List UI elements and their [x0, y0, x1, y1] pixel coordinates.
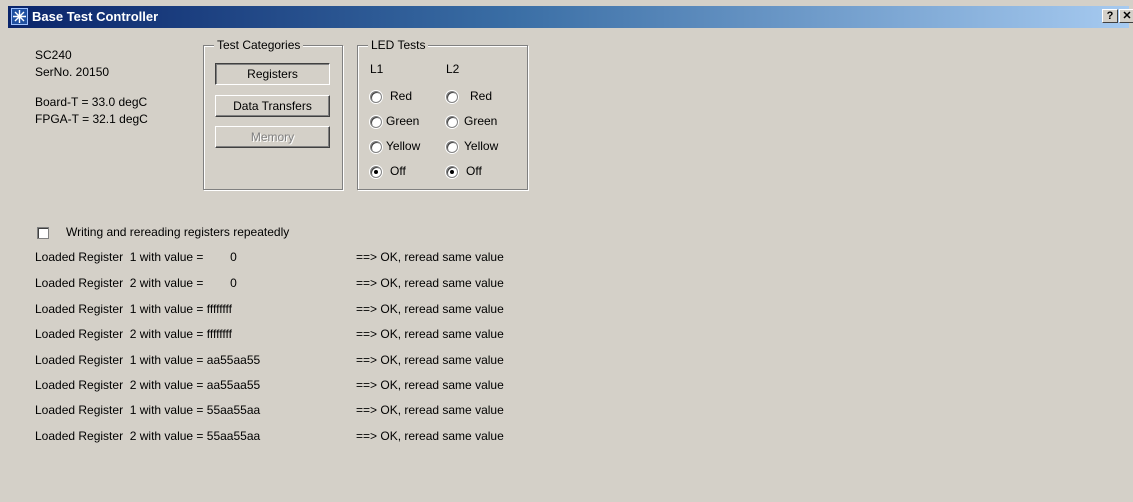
log-line-left: Loaded Register 1 with value = 0: [35, 250, 237, 264]
l2-red-radio[interactable]: [446, 91, 458, 103]
l1-green-label: Green: [386, 114, 420, 128]
l2-red-label: Red: [470, 89, 493, 103]
led-tests-group: LED Tests L1 L2 Red Green Yellow Off Red…: [357, 38, 528, 190]
log-line-right: ==> OK, reread same value: [356, 429, 504, 443]
memory-button[interactable]: Memory: [215, 126, 330, 148]
log-line-right: ==> OK, reread same value: [356, 403, 504, 417]
repeat-label: Writing and rereading registers repeated…: [66, 225, 290, 239]
l2-off-radio[interactable]: [446, 166, 458, 178]
board-temperature: Board-T = 33.0 degC: [35, 95, 148, 109]
led-tests-legend: LED Tests: [368, 38, 429, 52]
log-line-right: ==> OK, reread same value: [356, 353, 504, 367]
title-bar[interactable]: Base Test Controller ? ✕: [8, 6, 1133, 28]
l1-off-label: Off: [390, 164, 406, 178]
log-line-right: ==> OK, reread same value: [356, 327, 504, 341]
l1-red-radio[interactable]: [370, 91, 382, 103]
l2-off-label: Off: [466, 164, 482, 178]
log-line-left: Loaded Register 2 with value = aa55aa55: [35, 378, 261, 392]
l1-green-radio[interactable]: [370, 116, 382, 128]
registers-button[interactable]: Registers: [215, 63, 330, 85]
log-line-left: Loaded Register 1 with value = aa55aa55: [35, 353, 261, 367]
device-serial: SerNo. 20150: [35, 65, 110, 79]
l2-yellow-label: Yellow: [464, 139, 499, 153]
repeat-checkbox[interactable]: [37, 227, 49, 239]
l1-red-label: Red: [390, 89, 413, 103]
log-line-left: Loaded Register 2 with value = 55aa55aa: [35, 429, 261, 443]
log-line-left: Loaded Register 2 with value = ffffffff: [35, 327, 232, 341]
app-icon: [11, 8, 28, 25]
l2-yellow-radio[interactable]: [446, 141, 458, 153]
l1-yellow-label: Yellow: [386, 139, 421, 153]
log-line-right: ==> OK, reread same value: [356, 276, 504, 290]
test-categories-legend: Test Categories: [214, 38, 304, 52]
device-model: SC240: [35, 48, 72, 62]
base-test-controller-window: Base Test Controller ? ✕ SC240 SerNo. 20…: [0, 0, 1133, 502]
log-line-left: Loaded Register 1 with value = ffffffff: [35, 302, 232, 316]
l1-yellow-radio[interactable]: [370, 141, 382, 153]
l1-off-radio[interactable]: [370, 166, 382, 178]
l2-green-radio[interactable]: [446, 116, 458, 128]
log-line-right: ==> OK, reread same value: [356, 250, 504, 264]
l1-column-label: L1: [370, 62, 384, 76]
log-line-left: Loaded Register 2 with value = 0: [35, 276, 237, 290]
l2-green-label: Green: [464, 114, 498, 128]
help-button[interactable]: ?: [1102, 9, 1118, 23]
log-line-right: ==> OK, reread same value: [356, 378, 504, 392]
fpga-temperature: FPGA-T = 32.1 degC: [35, 112, 148, 126]
data-transfers-button[interactable]: Data Transfers: [215, 95, 330, 117]
log-line-left: Loaded Register 1 with value = 55aa55aa: [35, 403, 261, 417]
test-categories-group: Test Categories Registers Data Transfers…: [203, 38, 343, 190]
window-title: Base Test Controller: [32, 9, 159, 24]
log-line-right: ==> OK, reread same value: [356, 302, 504, 316]
l2-column-label: L2: [446, 62, 460, 76]
close-button[interactable]: ✕: [1119, 9, 1133, 23]
